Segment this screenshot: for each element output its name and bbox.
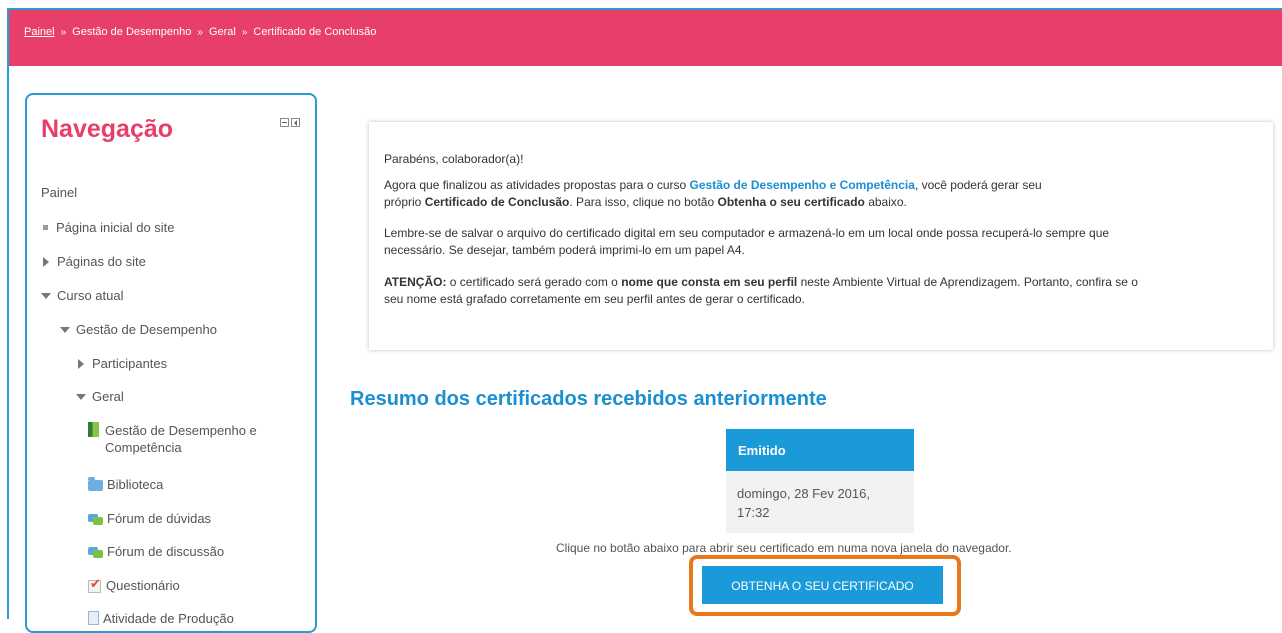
header-bar <box>9 10 1282 66</box>
notice-text: próprio <box>384 195 425 209</box>
quiz-icon <box>88 575 102 593</box>
navigation-block: Navegação Painel Página inicial do site … <box>25 93 317 633</box>
sidebar-item-forum-duvidas[interactable]: Fórum de dúvidas <box>88 510 211 527</box>
sidebar-item-label: Gestão de Desempenho <box>76 322 217 337</box>
forum-icon <box>88 545 103 558</box>
notice-text: Lembre-se de salvar o arquivo do certifi… <box>384 226 1110 240</box>
breadcrumb-separator: » <box>60 27 67 38</box>
sidebar-item-label: Fórum de discussão <box>107 544 225 559</box>
collapse-arrow-icon <box>76 394 86 400</box>
bullet-icon <box>43 225 48 231</box>
sidebar-item-questionario[interactable]: Questionário <box>88 575 180 594</box>
breadcrumb-separator: » <box>241 27 248 38</box>
book-icon <box>88 422 99 437</box>
expand-arrow-icon <box>78 359 84 369</box>
sidebar-item-pagina-inicial[interactable]: Página inicial do site <box>41 219 175 236</box>
sidebar-item-gestao-desempenho[interactable]: Gestão de Desempenho <box>60 321 217 338</box>
collapse-arrow-icon <box>41 293 51 299</box>
get-certificate-button[interactable]: OBTENHA O SEU CERTIFICADO <box>702 566 943 604</box>
table-header-issued: Emitido <box>726 429 914 471</box>
collapse-arrow-icon <box>60 327 70 333</box>
sidebar-item-label: Páginas do site <box>57 254 146 269</box>
notice-bold-text: nome que consta em seu perfil <box>621 275 798 289</box>
notice-paragraph-1: Agora que finalizou as atividades propos… <box>384 177 1264 211</box>
expand-arrow-icon <box>43 257 49 267</box>
notice-text: seu nome está grafado corretamente em se… <box>384 292 805 306</box>
breadcrumb-separator: » <box>197 27 203 38</box>
sidebar-item-book[interactable]: Gestão de Desempenho e Competência <box>88 422 288 456</box>
dock-block-icon[interactable] <box>291 118 300 127</box>
breadcrumb-home-link[interactable]: Painel <box>24 26 55 38</box>
sidebar-item-label: Biblioteca <box>107 477 164 492</box>
notice-bold-text: Certificado de Conclusão <box>424 195 570 209</box>
collapse-block-icon[interactable] <box>280 118 289 127</box>
sidebar-item-curso-atual[interactable]: Curso atual <box>41 287 123 304</box>
sidebar-item-label: Fórum de dúvidas <box>107 511 212 526</box>
issued-time-text: 17:32 <box>737 505 770 520</box>
navigation-title: Navegação <box>41 115 174 143</box>
notice-paragraph-2: Lembre-se de salvar o arquivo do certifi… <box>384 225 1264 259</box>
notice-paragraph-3: ATENÇÃO: o certificado será gerado com o… <box>384 274 1264 308</box>
page-icon <box>88 611 99 625</box>
sidebar-item-label: Participantes <box>92 356 168 371</box>
sidebar-item-forum-discussao[interactable]: Fórum de discussão <box>88 543 224 560</box>
issued-date-text: domingo, 28 Fev 2016, <box>737 486 870 501</box>
breadcrumb: Painel » Gestão de Desempenho » Geral » Certif… <box>24 26 376 38</box>
course-link[interactable]: Gestão de Desempenho e Competência <box>690 178 915 192</box>
certificate-instruction: Clique no botão abaixo para abrir seu ce… <box>556 541 1012 555</box>
sidebar-item-painel[interactable]: Painel <box>41 184 77 201</box>
breadcrumb-item-current: Certificado de Conclusão <box>253 26 377 38</box>
sidebar-item-label: Curso atual <box>57 288 124 303</box>
notice-text: Agora que finalizou as atividades propos… <box>384 178 690 192</box>
summary-title: Resumo dos certificados recebidos anteri… <box>350 388 827 410</box>
notice-greeting: Parabéns, colaborador(a)! <box>384 152 524 166</box>
notice-text: . Para isso, clique no botão <box>569 195 718 209</box>
sidebar-item-label: Página inicial do site <box>56 220 175 235</box>
sidebar-item-label: Geral <box>92 389 124 404</box>
notice-warning-label: ATENÇÃO: <box>384 275 447 289</box>
breadcrumb-item-course[interactable]: Gestão de Desempenho <box>72 26 191 38</box>
breadcrumb-item-section[interactable]: Geral <box>209 26 236 38</box>
sidebar-item-geral[interactable]: Geral <box>76 388 124 405</box>
sidebar-item-label: Painel <box>41 185 78 200</box>
sidebar-item-label: Questionário <box>106 578 180 593</box>
sidebar-item-paginas-do-site[interactable]: Páginas do site <box>41 253 146 270</box>
table-cell-issued-date: domingo, 28 Fev 2016, 17:32 <box>726 471 914 533</box>
notice-text: o certificado será gerado com o <box>446 275 622 289</box>
notice-text: abaixo. <box>864 195 907 209</box>
notice-text: neste Ambiente Virtual de Aprendizagem. … <box>797 275 1138 289</box>
forum-icon <box>88 512 103 525</box>
sidebar-item-label: Gestão de Desempenho e Competência <box>105 423 257 455</box>
sidebar-item-participantes[interactable]: Participantes <box>76 355 167 372</box>
notice-text: necessário. Se desejar, também poderá im… <box>384 243 745 257</box>
notice-bold-text: Obtenha o seu certificado <box>717 195 865 209</box>
folder-icon <box>88 477 103 491</box>
notice-text: , você poderá gerar seu <box>914 178 1042 192</box>
certificate-notice: Parabéns, colaborador(a)! Agora que fina… <box>369 122 1273 350</box>
sidebar-item-biblioteca[interactable]: Biblioteca <box>88 476 163 493</box>
